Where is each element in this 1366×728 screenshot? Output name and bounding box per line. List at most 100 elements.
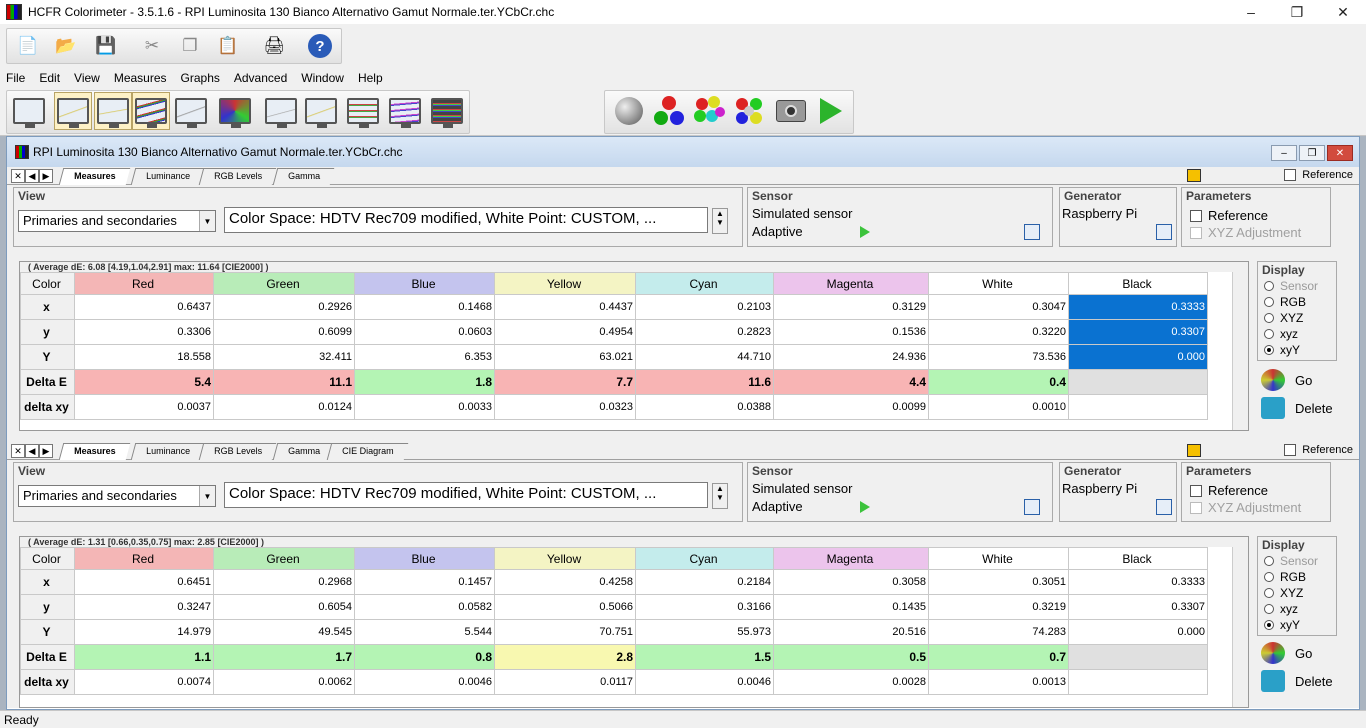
table-cell[interactable]: 0.3051 [928,569,1069,595]
table-cell[interactable]: 0.3166 [635,594,774,620]
table-cell[interactable]: 49.545 [213,619,355,645]
color-space-spinner[interactable]: ▲ ▼ [712,208,728,234]
tab-cie-diagram[interactable]: CIE Diagram [326,443,408,460]
open-folder-icon[interactable]: 📂 [52,32,80,60]
table-cell[interactable]: 0.6437 [74,294,214,320]
table-cell[interactable]: 0.0010 [928,394,1069,420]
table-cell[interactable]: 0.0046 [635,669,774,695]
table-cell[interactable] [1068,394,1208,420]
table-cell[interactable]: 0.2103 [635,294,774,320]
table-cell[interactable]: 70.751 [494,619,636,645]
table-cell[interactable]: 0.3333 [1068,569,1208,595]
saturation-luminance-icon[interactable] [344,92,382,130]
table-cell[interactable]: 0.4258 [494,569,636,595]
tab-close-icon[interactable]: ✕ [11,444,25,458]
table-cell[interactable]: 0.000 [1068,344,1208,370]
table-cell[interactable]: 0.0388 [635,394,774,420]
color-checker-icon[interactable] [428,92,466,130]
menu-file[interactable]: File [6,71,25,85]
display-radio-xyy[interactable]: xyY [1258,617,1336,633]
table-cell[interactable]: 0.3129 [773,294,929,320]
lock-icon[interactable] [1187,444,1201,457]
table-cell[interactable]: 0.000 [1068,619,1208,645]
view-select[interactable]: Primaries and secondaries ▼ [18,210,216,232]
table-cell[interactable]: 0.0028 [773,669,929,695]
maximize-button[interactable]: ❐ [1274,0,1320,24]
table-cell[interactable]: 0.0013 [928,669,1069,695]
table-cell[interactable]: 24.936 [773,344,929,370]
doc-close-button[interactable]: ✕ [1327,145,1353,161]
help-icon[interactable]: ? [306,32,334,60]
play-icon[interactable] [812,92,850,130]
delta-e-cell[interactable]: 0.4 [928,369,1069,395]
sensor-config-icon[interactable] [610,92,648,130]
table-cell[interactable]: 74.283 [928,619,1069,645]
delta-e-cell[interactable] [1068,644,1208,670]
tab-gamma[interactable]: Gamma [272,443,335,460]
save-icon[interactable]: 💾 [92,32,120,60]
doc-minimize-button[interactable]: – [1271,145,1297,161]
generator-edit-icon[interactable] [1156,499,1172,515]
generator-edit-icon[interactable] [1156,224,1172,240]
tab-prev-icon[interactable]: ◀ [25,169,39,183]
reference-checkbox[interactable]: Reference [1284,444,1353,456]
saturation-shift-icon[interactable] [386,92,424,130]
color-temp-graph-icon[interactable] [172,92,210,130]
sensor-play-icon[interactable] [860,226,870,238]
measure-primaries-icon[interactable] [650,92,688,130]
table-cell[interactable]: 0.2184 [635,569,774,595]
delta-e-cell[interactable]: 1.5 [635,644,774,670]
tab-luminance[interactable]: Luminance [130,443,205,460]
table-cell[interactable]: 0.6451 [74,569,214,595]
go-button[interactable]: Go [1257,367,1337,393]
close-button[interactable]: ✕ [1320,0,1366,24]
menu-graphs[interactable]: Graphs [181,71,220,85]
table-cell[interactable]: 0.4437 [494,294,636,320]
table-cell[interactable]: 0.4954 [494,319,636,345]
delete-button[interactable]: Delete [1257,395,1337,421]
delta-e-cell[interactable]: 1.1 [74,644,214,670]
table-cell[interactable]: 44.710 [635,344,774,370]
view-select[interactable]: Primaries and secondaries ▼ [18,485,216,507]
tab-rgb-levels[interactable]: RGB Levels [198,443,277,460]
table-cell[interactable]: 0.1536 [773,319,929,345]
table-cell[interactable]: 14.979 [74,619,214,645]
table-cell[interactable]: 0.0603 [354,319,495,345]
tab-next-icon[interactable]: ▶ [39,444,53,458]
table-cell[interactable]: 32.411 [213,344,355,370]
luminance-graph-icon[interactable] [54,92,92,130]
color-space-field[interactable]: Color Space: HDTV Rec709 modified, White… [224,482,708,508]
table-cell[interactable]: 0.3220 [928,319,1069,345]
cie-diagram-icon[interactable] [216,92,254,130]
menu-measures[interactable]: Measures [114,71,167,85]
copy-icon[interactable]: ❐ [176,32,204,60]
measure-all-colors-icon[interactable] [730,92,768,130]
table-cell[interactable]: 0.5066 [494,594,636,620]
menu-help[interactable]: Help [358,71,383,85]
delta-e-cell[interactable]: 0.5 [773,644,929,670]
menu-advanced[interactable]: Advanced [234,71,287,85]
tab-gamma[interactable]: Gamma [272,168,335,185]
param-reference-checkbox[interactable]: Reference [1190,483,1268,498]
table-cell[interactable]: 0.1435 [773,594,929,620]
delete-button[interactable]: Delete [1257,668,1337,694]
table-cell[interactable]: 6.353 [354,344,495,370]
camera-icon[interactable] [772,92,810,130]
measures-view-icon[interactable] [10,92,48,130]
table-cell[interactable]: 0.3219 [928,594,1069,620]
table-cell[interactable]: 0.2968 [213,569,355,595]
sensor-edit-icon[interactable] [1024,499,1040,515]
table-cell[interactable]: 0.0062 [213,669,355,695]
table-cell[interactable]: 18.558 [74,344,214,370]
color-space-field[interactable]: Color Space: HDTV Rec709 modified, White… [224,207,708,233]
delta-e-cell[interactable] [1068,369,1208,395]
go-button[interactable]: Go [1257,640,1337,666]
delta-e-cell[interactable]: 7.7 [494,369,636,395]
tab-close-icon[interactable]: ✕ [11,169,25,183]
param-xyz-checkbox[interactable]: XYZ Adjustment [1190,225,1301,240]
measure-secondaries-icon[interactable] [690,92,728,130]
table-cell[interactable]: 0.0323 [494,394,636,420]
new-file-icon[interactable]: 📄 [14,32,42,60]
display-radio-xyy[interactable]: xyY [1258,342,1336,358]
grid-vertical-scrollbar[interactable] [1232,272,1248,430]
